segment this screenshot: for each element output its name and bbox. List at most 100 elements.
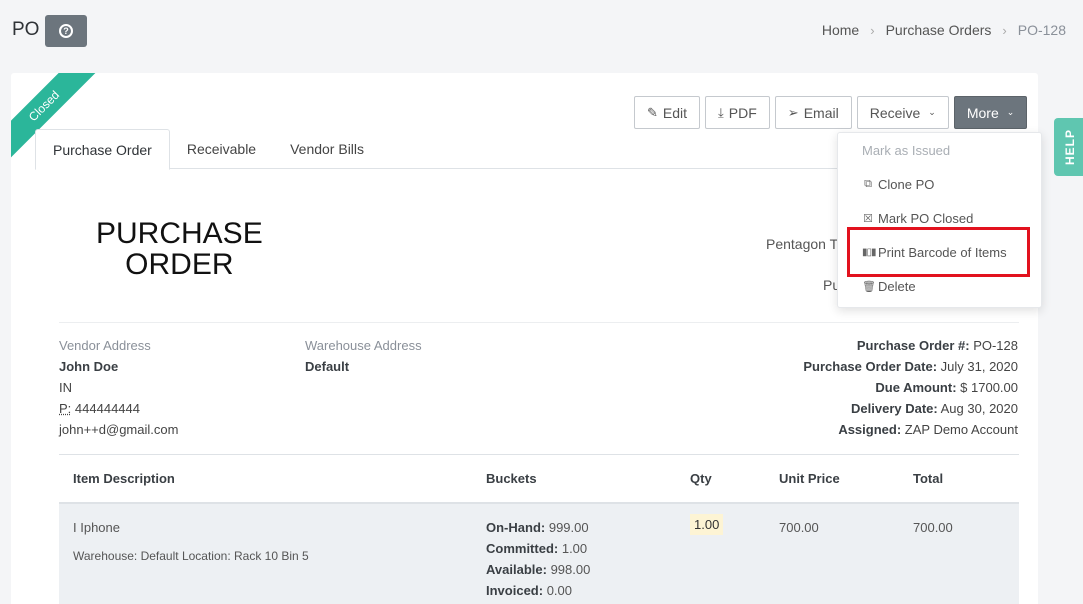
vendor-address: Vendor Address John Doe IN P: 444444444 … — [59, 335, 178, 440]
highlight-box — [847, 227, 1030, 277]
header-total: Total — [913, 471, 944, 486]
more-dropdown-menu: Mark as Issued ⧉ Clone PO ☒ Mark PO Clos… — [837, 132, 1042, 308]
vendor-name: John Doe — [59, 359, 119, 374]
vendor-address-label: Vendor Address — [59, 338, 151, 353]
po-number: PO-128 — [973, 338, 1018, 353]
po-delivery: Aug 30, 2020 — [940, 401, 1018, 416]
tab-vendor-bills[interactable]: Vendor Bills — [273, 129, 381, 169]
total-cell: 700.00 — [913, 520, 953, 535]
vendor-email: john++d@gmail.com — [59, 422, 179, 437]
menu-item-delete[interactable]: 🗑 Delete — [862, 279, 916, 294]
chevron-down-icon: ⌄ — [928, 107, 936, 117]
header-buckets: Buckets — [486, 471, 537, 486]
tab-receivable[interactable]: Receivable — [170, 129, 273, 169]
receive-button-label: Receive — [869, 104, 921, 121]
bucket-onhand: On-Hand: 999.00 — [486, 517, 590, 538]
close-square-icon: ☒ — [863, 213, 873, 225]
po-assigned-label: Assigned: — [838, 422, 902, 437]
po-delivery-line: Delivery Date: Aug 30, 2020 — [803, 398, 1018, 419]
menu-item-label: Delete — [878, 279, 916, 294]
bucket-onhand-value: 999.00 — [548, 520, 589, 535]
edit-button-label: Edit — [662, 104, 688, 121]
po-date-label: Purchase Order Date: — [803, 359, 938, 374]
phone-label: P: — [59, 401, 72, 416]
po-delivery-label: Delivery Date: — [851, 401, 938, 416]
menu-item-label: Clone PO — [878, 177, 935, 192]
tab-purchase-order[interactable]: Purchase Order — [35, 129, 170, 170]
menu-item-label: Mark PO Closed — [878, 211, 974, 226]
chevron-down-icon: ⌄ — [1006, 107, 1015, 117]
po-toolbar: ✎ Edit ⤓ PDF ➢ Email Receive ⌄ More ⌄ — [634, 96, 1028, 129]
document-heading-line1: PURCHASE — [96, 217, 263, 250]
email-button[interactable]: ➢ Email — [774, 96, 852, 129]
breadcrumb: Home › Purchase Orders › PO-128 — [822, 22, 1066, 38]
items-table: Item Description Buckets Qty Unit Price … — [59, 454, 1019, 604]
menu-item-mark-po-closed[interactable]: ☒ Mark PO Closed — [862, 211, 973, 226]
bucket-committed-value: 1.00 — [561, 541, 588, 556]
divider — [59, 322, 1019, 323]
po-date-line: Purchase Order Date: July 31, 2020 — [803, 356, 1018, 377]
question-circle-icon: ? — [59, 24, 73, 38]
chevron-right-icon: › — [1002, 22, 1007, 38]
bucket-invoiced: Invoiced: 0.00 — [486, 580, 590, 601]
download-icon: ⤓ — [718, 104, 724, 120]
item-name: I Iphone — [73, 520, 120, 535]
warehouse-name: Default — [305, 359, 350, 374]
po-number-label: Purchase Order #: — [856, 338, 970, 353]
bucket-committed: Committed: 1.00 — [486, 538, 590, 559]
paper-plane-icon: ➢ — [787, 104, 799, 120]
menu-item-mark-as-issued[interactable]: Mark as Issued — [862, 143, 950, 158]
bucket-committed-label: Committed: — [486, 541, 559, 556]
breadcrumb-current: PO-128 — [1017, 22, 1066, 38]
buckets-cell: On-Hand: 999.00 Committed: 1.00 Availabl… — [486, 517, 590, 601]
po-due-line: Due Amount: $ 1700.00 — [803, 377, 1018, 398]
top-bar: PO ? Home › Purchase Orders › PO-128 — [0, 0, 1083, 62]
po-due: $ 1700.00 — [960, 380, 1018, 395]
menu-item-clone-po[interactable]: ⧉ Clone PO — [862, 177, 934, 192]
table-header: Item Description Buckets Qty Unit Price … — [59, 454, 1019, 504]
company-name: Pentagon T — [766, 236, 839, 252]
receive-button[interactable]: Receive ⌄ — [856, 96, 949, 129]
vendor-country: IN — [59, 380, 72, 395]
qty-value: 1.00 — [690, 514, 724, 535]
pdf-button-label: PDF — [728, 104, 757, 121]
chevron-right-icon: › — [870, 22, 875, 38]
document-heading-line2: ORDER — [125, 248, 234, 281]
bucket-invoiced-value: 0.00 — [546, 583, 573, 598]
bucket-onhand-label: On-Hand: — [486, 520, 546, 535]
breadcrumb-purchase-orders[interactable]: Purchase Orders — [886, 22, 992, 38]
more-button-label: More — [966, 104, 999, 121]
unit-price-cell: 700.00 — [779, 520, 819, 535]
breadcrumb-home[interactable]: Home — [822, 22, 859, 38]
header-qty: Qty — [690, 471, 712, 486]
warehouse-address: Warehouse Address Default — [305, 335, 422, 377]
vendor-phone-line: P: 444444444 — [59, 398, 178, 419]
bucket-available-label: Available: — [486, 562, 547, 577]
po-date: July 31, 2020 — [940, 359, 1018, 374]
po-number-line: Purchase Order #: PO-128 — [803, 335, 1018, 356]
edit-icon: ✎ — [647, 104, 658, 120]
item-location: Warehouse: Default Location: Rack 10 Bin… — [73, 549, 309, 563]
pdf-button[interactable]: ⤓ PDF — [705, 96, 770, 129]
page-title: PO — [12, 19, 40, 40]
table-row: I Iphone Warehouse: Default Location: Ra… — [59, 504, 1019, 604]
warehouse-address-label: Warehouse Address — [305, 338, 422, 353]
po-assigned-line: Assigned: ZAP Demo Account — [803, 419, 1018, 440]
copy-icon: ⧉ — [864, 178, 872, 190]
edit-button[interactable]: ✎ Edit — [634, 96, 701, 129]
po-assigned: ZAP Demo Account — [904, 422, 1018, 437]
po-info: Purchase Order #: PO-128 Purchase Order … — [803, 335, 1018, 440]
item-description-cell: I Iphone Warehouse: Default Location: Ra… — [73, 520, 309, 563]
help-side-tab[interactable]: HELP — [1054, 118, 1083, 176]
more-button[interactable]: More ⌄ — [953, 96, 1028, 129]
email-button-label: Email — [803, 104, 839, 121]
vendor-phone: 444444444 — [74, 401, 140, 416]
document-heading: PURCHASE ORDER — [96, 218, 263, 280]
trash-icon: 🗑 — [862, 281, 876, 293]
po-due-label: Due Amount: — [875, 380, 957, 395]
bucket-available-value: 998.00 — [550, 562, 591, 577]
help-button[interactable]: ? — [45, 15, 87, 47]
bucket-available: Available: 998.00 — [486, 559, 590, 580]
help-side-tab-label: HELP — [1063, 128, 1078, 166]
qty-cell: 1.00 — [690, 514, 724, 535]
